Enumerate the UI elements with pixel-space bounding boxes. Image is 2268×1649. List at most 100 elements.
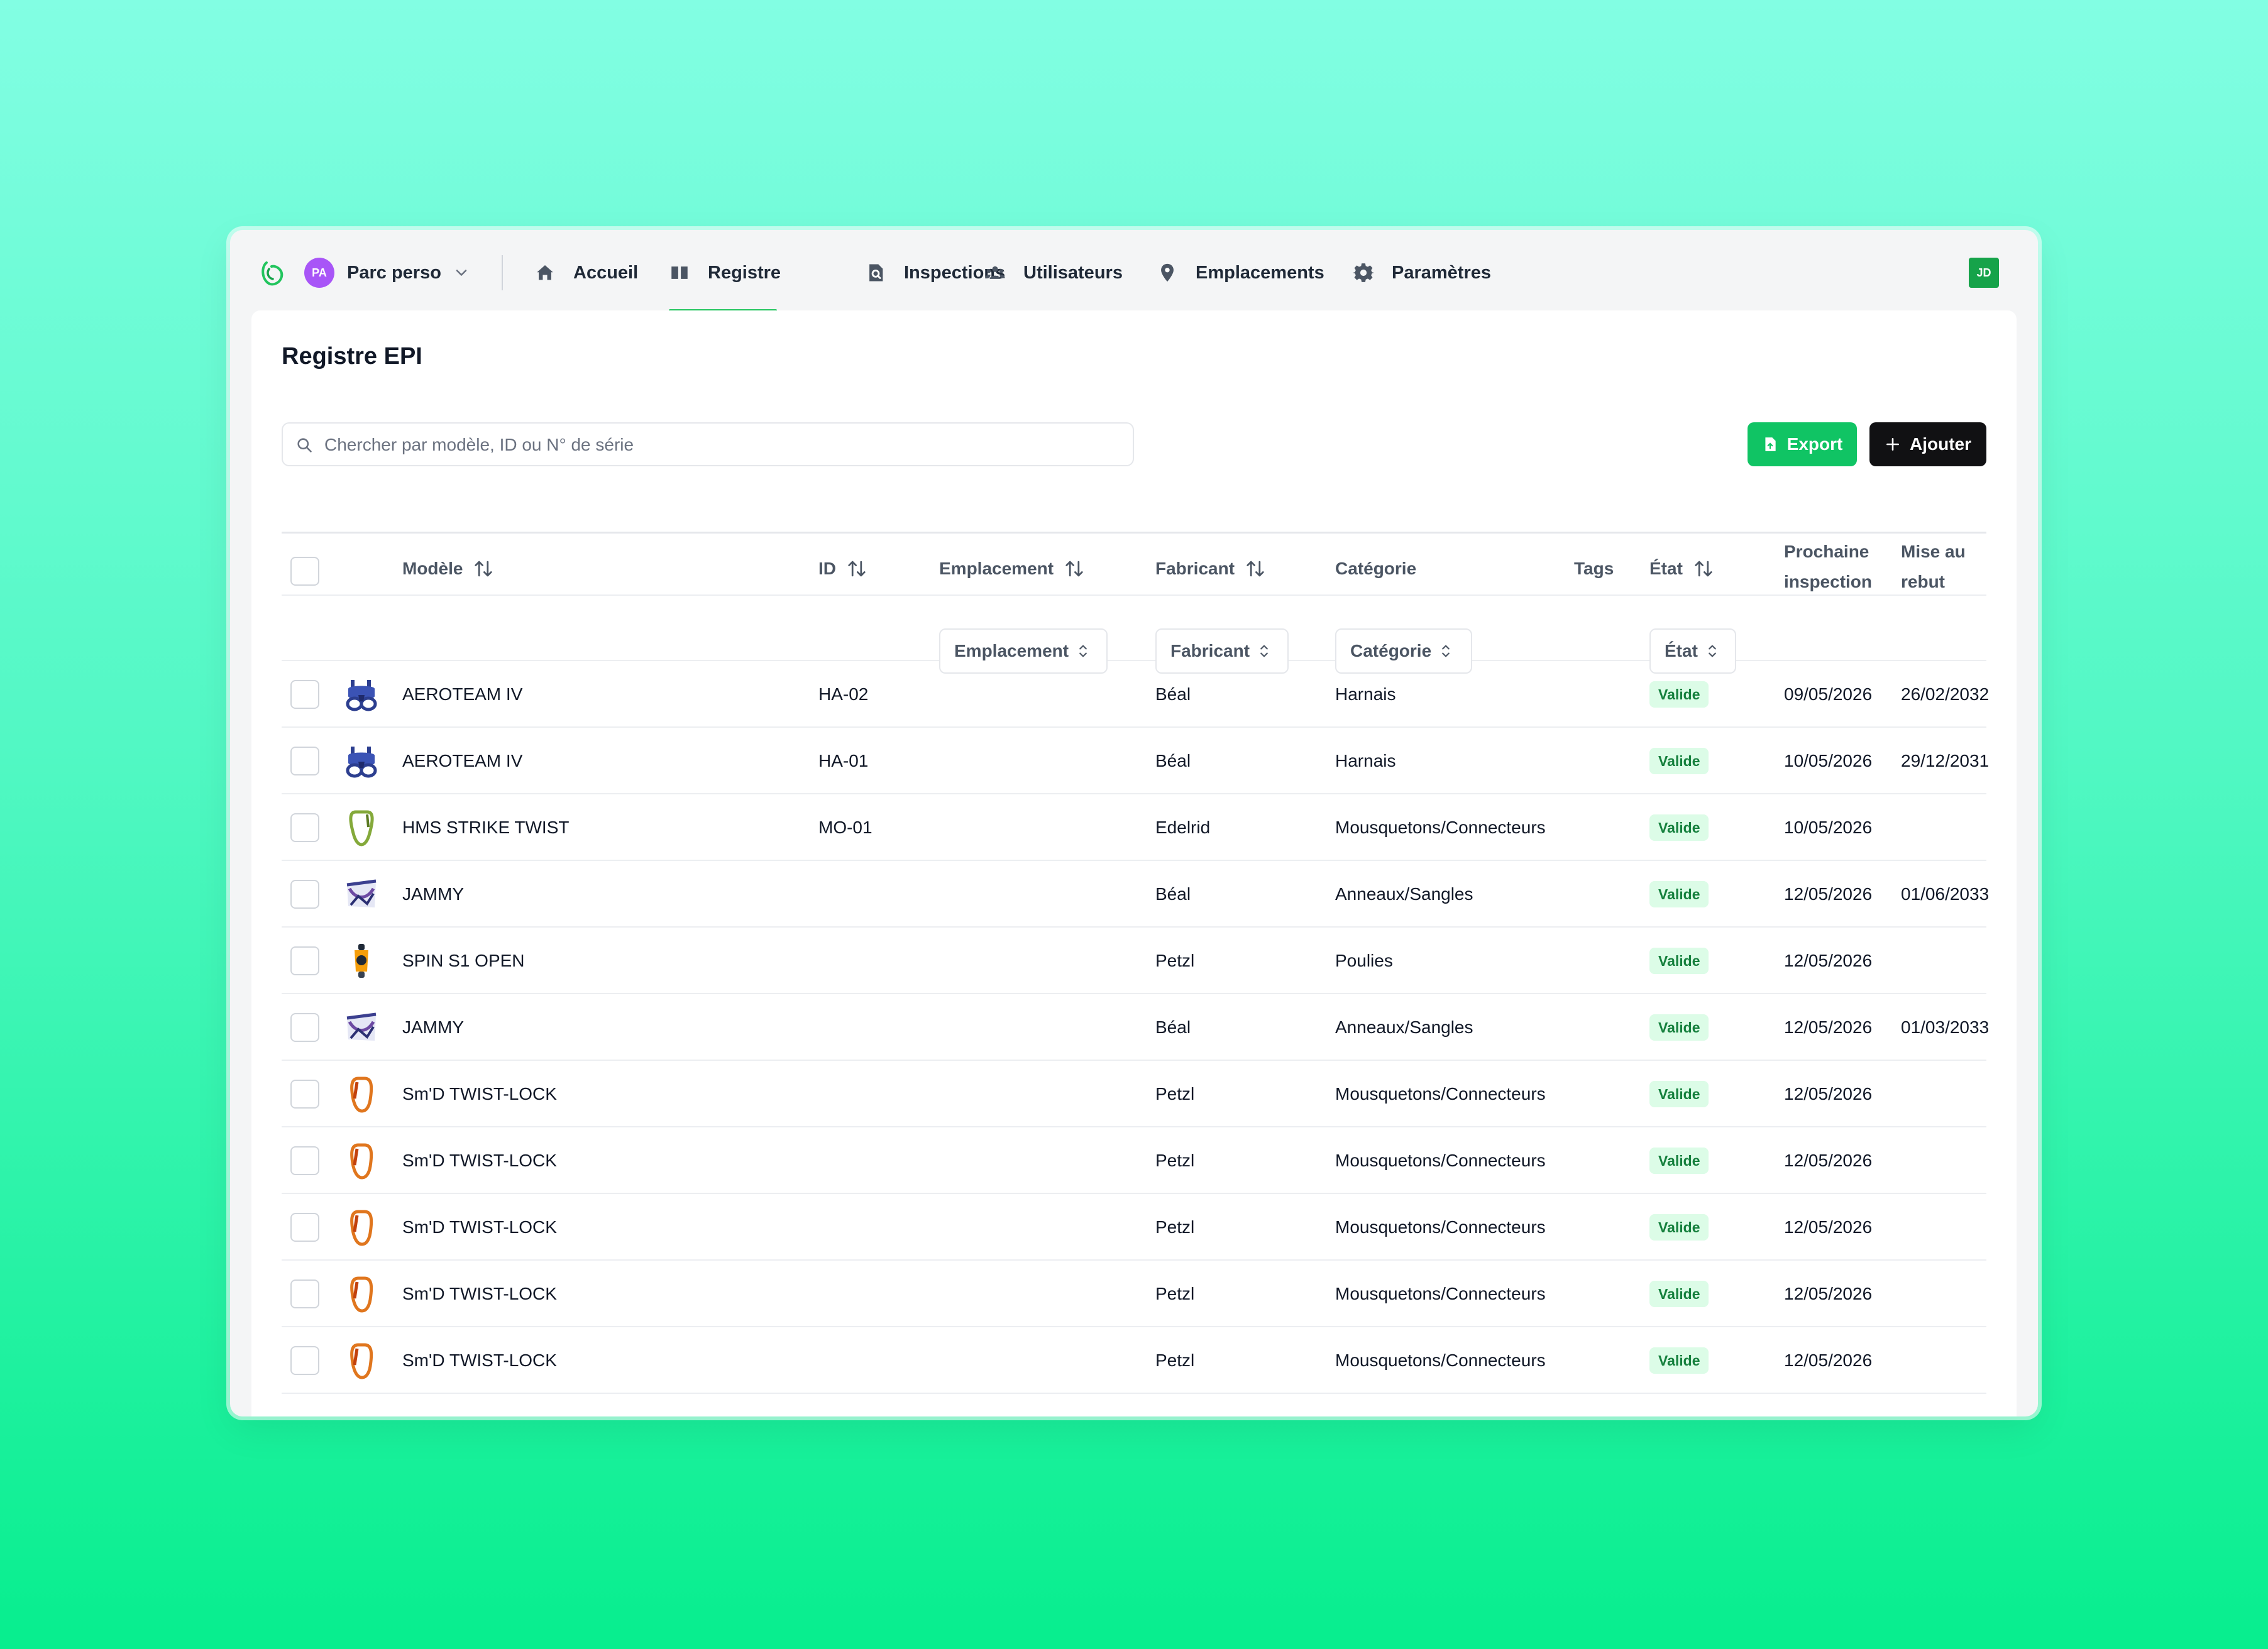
row-checkbox[interactable] <box>290 1346 319 1375</box>
header-label-line: inspection <box>1784 572 1873 591</box>
chevron-down-icon[interactable] <box>453 264 470 282</box>
column-header-id[interactable]: ID <box>818 558 866 579</box>
sort-icon[interactable] <box>1246 558 1265 579</box>
users-icon <box>985 266 1005 279</box>
header-label: Tags <box>1574 559 1614 578</box>
cell-next-inspection: 12/05/2026 <box>1784 1084 1873 1104</box>
chevron-up-down-icon <box>1079 645 1087 657</box>
add-label: Ajouter <box>1910 434 1971 454</box>
row-checkbox[interactable] <box>290 1146 319 1175</box>
inspection-search-icon <box>869 264 883 282</box>
cell-retire: 01/06/2033 <box>1901 884 1990 904</box>
org-switcher-name[interactable]: Parc perso <box>347 260 441 285</box>
app-logo-icon[interactable] <box>258 259 285 287</box>
cell-id: HA-01 <box>818 751 869 770</box>
product-thumbnail-pulley <box>342 941 381 980</box>
table-row[interactable]: Sm'D TWIST-LOCK Petzl Mousquetons/Connecte… <box>251 1061 2017 1127</box>
table-row[interactable]: AEROTEAM IV HA-02 Béal Harnais 09/05/2026 26/… <box>251 661 2017 728</box>
table-row[interactable]: Sm'D TWIST-LOCK Petzl Mousquetons/Connecte… <box>251 1127 2017 1194</box>
table-row[interactable]: Sm'D TWIST-LOCK Petzl Mousquetons/Connecte… <box>251 1327 2017 1394</box>
nav-item-accueil[interactable]: Accueil <box>534 255 638 290</box>
row-checkbox[interactable] <box>290 1213 319 1242</box>
cell-next-inspection: 12/05/2026 <box>1784 1350 1873 1370</box>
cell-model: HMS STRIKE TWIST <box>402 818 570 837</box>
table-row[interactable]: Sm'D TWIST-LOCK Petzl Mousquetons/Connecte… <box>251 1194 2017 1261</box>
cell-model: Sm'D TWIST-LOCK <box>402 1151 557 1170</box>
cell-model: Sm'D TWIST-LOCK <box>402 1084 557 1104</box>
sort-icon[interactable] <box>1694 558 1713 579</box>
cell-manufacturer: Petzl <box>1155 1217 1195 1237</box>
column-header-location[interactable]: Emplacement <box>939 558 1084 579</box>
row-checkbox[interactable] <box>290 1279 319 1308</box>
column-header-state[interactable]: État <box>1649 558 1713 579</box>
table-row[interactable]: HMS STRIKE TWIST MO-01 Edelrid Mousquetons/… <box>251 794 2017 861</box>
row-checkbox[interactable] <box>290 1013 319 1042</box>
user-avatar[interactable]: JD <box>1969 258 1999 288</box>
table-row[interactable]: AEROTEAM IV HA-01 Béal Harnais 10/05/2026 29/… <box>251 728 2017 794</box>
chevron-up-down-icon <box>1442 645 1450 657</box>
cell-manufacturer: Béal <box>1155 751 1191 770</box>
cell-model: Sm'D TWIST-LOCK <box>402 1350 557 1370</box>
cell-retire: 01/03/2033 <box>1901 1017 1990 1037</box>
nav-item-emplacements[interactable]: Emplacements <box>1157 255 1324 290</box>
product-thumbnail-sling <box>342 1008 381 1047</box>
table-row[interactable]: JAMMY Béal Anneaux/Sangles 12/05/2026 01/06/… <box>251 861 2017 928</box>
cell-category: Anneaux/Sangles <box>1335 1017 1473 1037</box>
cell-category: Harnais <box>1335 684 1396 704</box>
table-row[interactable]: SPIN S1 OPEN Petzl Poulies 12/05/2026 Valide <box>251 928 2017 994</box>
nav-item-parametres[interactable]: Paramètres <box>1353 255 1491 290</box>
export-button[interactable]: Export <box>1748 422 1857 466</box>
product-thumbnail-carabiner-orange <box>342 1141 381 1180</box>
cell-model: Sm'D TWIST-LOCK <box>402 1284 557 1303</box>
status-badge: Valide <box>1649 1347 1709 1374</box>
cell-manufacturer: Petzl <box>1155 1084 1195 1104</box>
cell-manufacturer: Edelrid <box>1155 818 1211 837</box>
header-label: Fabricant <box>1155 559 1235 578</box>
row-checkbox[interactable] <box>290 680 319 709</box>
cell-id: HA-02 <box>818 684 869 704</box>
header-label-line: rebut <box>1901 572 1945 591</box>
cell-next-inspection: 10/05/2026 <box>1784 818 1873 837</box>
row-checkbox[interactable] <box>290 946 319 975</box>
table-row[interactable]: JAMMY Béal Anneaux/Sangles 12/05/2026 01/03/… <box>251 994 2017 1061</box>
column-header-tags: Tags <box>1574 558 1614 579</box>
cell-next-inspection: 10/05/2026 <box>1784 751 1873 770</box>
select-all-checkbox[interactable] <box>290 557 319 586</box>
table-row[interactable]: Sm'D TWIST-LOCK Petzl Mousquetons/Connecte… <box>251 1261 2017 1327</box>
sort-icon[interactable] <box>847 558 866 579</box>
cell-next-inspection: 12/05/2026 <box>1784 884 1873 904</box>
nav-item-registre[interactable]: Registre <box>669 255 781 290</box>
row-checkbox[interactable] <box>290 1080 319 1109</box>
cell-manufacturer: Petzl <box>1155 1350 1195 1370</box>
search-box[interactable] <box>282 422 1134 466</box>
cell-next-inspection: 12/05/2026 <box>1784 1017 1873 1037</box>
search-input[interactable] <box>323 424 1124 466</box>
table-top-border <box>282 532 1986 534</box>
status-badge: Valide <box>1649 1014 1709 1041</box>
column-header-manufacturer[interactable]: Fabricant <box>1155 558 1265 579</box>
export-label: Export <box>1786 434 1843 454</box>
row-checkbox[interactable] <box>290 747 319 775</box>
product-thumbnail-sling <box>342 875 381 914</box>
header-label: Catégorie <box>1335 559 1417 578</box>
cell-retire: 29/12/2031 <box>1901 751 1990 770</box>
row-checkbox[interactable] <box>290 880 319 909</box>
sort-icon[interactable] <box>1065 558 1084 579</box>
org-avatar[interactable]: PA <box>304 258 334 288</box>
product-thumbnail-carabiner-green <box>342 808 381 847</box>
product-thumbnail-carabiner-orange <box>342 1274 381 1313</box>
cell-model: SPIN S1 OPEN <box>402 951 525 970</box>
cell-category: Anneaux/Sangles <box>1335 884 1473 904</box>
row-checkbox[interactable] <box>290 813 319 842</box>
nav-item-utilisateurs[interactable]: Utilisateurs <box>984 255 1123 290</box>
product-thumbnail-carabiner-orange <box>342 1341 381 1380</box>
column-header-model[interactable]: Modèle <box>402 558 493 579</box>
nav-label: Paramètres <box>1392 262 1491 283</box>
add-button[interactable]: Ajouter <box>1869 422 1986 466</box>
cell-category: Mousquetons/Connecteurs <box>1335 1084 1546 1104</box>
sort-icon[interactable] <box>474 558 493 579</box>
cell-category: Mousquetons/Connecteurs <box>1335 1350 1546 1370</box>
cell-category: Mousquetons/Connecteurs <box>1335 818 1546 837</box>
header-label: Emplacement <box>939 559 1054 578</box>
map-pin-icon <box>1161 263 1174 282</box>
